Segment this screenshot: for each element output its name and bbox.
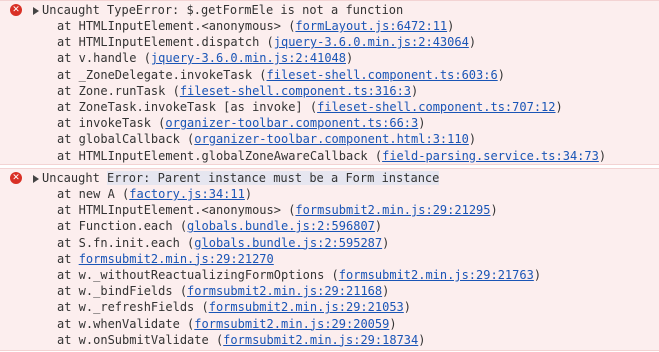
- source-link[interactable]: fileset-shell.component.ts:603:6: [267, 68, 498, 82]
- frame-suffix: ): [418, 332, 426, 347]
- frame-suffix: ): [346, 51, 354, 66]
- frame-function: at w._refreshFields (: [57, 300, 209, 315]
- frame-suffix: ): [382, 235, 390, 250]
- frame-function: at w._bindFields (: [57, 284, 188, 299]
- frame-function: at HTMLInputElement.<anonymous> (: [57, 203, 296, 218]
- frame-function: at: [57, 251, 79, 266]
- stack-frame: at Zone.runTask (fileset-shell.component…: [57, 83, 659, 99]
- frame-function: at _ZoneDelegate.invokeTask (: [57, 67, 267, 82]
- frame-suffix: ): [490, 203, 498, 218]
- frame-suffix: ): [382, 284, 390, 299]
- error-icon: ✕: [10, 172, 22, 184]
- frame-function: at Zone.runTask (: [57, 83, 180, 98]
- frame-suffix: ): [468, 132, 477, 147]
- source-link[interactable]: globals.bundle.js:2:595287: [194, 236, 382, 250]
- source-link[interactable]: organizer-toolbar.component.ts:66:3: [165, 116, 418, 130]
- error-highlighted-text: Error: Parent instance must be a Form in…: [107, 171, 440, 185]
- error-prefix: Uncaught TypeError:: [42, 3, 187, 17]
- error-message[interactable]: Uncaught TypeError: $.getFormEle is not …: [42, 2, 659, 18]
- source-link[interactable]: formsubmit2.min.js:29:21168: [187, 284, 382, 298]
- stack-frame: at formsubmit2.min.js:29:21270: [57, 251, 659, 267]
- source-link[interactable]: formsubmit2.min.js:29:21763: [339, 268, 534, 282]
- source-link[interactable]: formsubmit2.min.js:29:21053: [209, 300, 404, 314]
- stack-frame: at w._bindFields (formsubmit2.min.js:29:…: [57, 283, 659, 299]
- stack-frame: at S.fn.init.each (globals.bundle.js:2:5…: [57, 235, 659, 251]
- stack-frame: at w.onSubmitValidate (formsubmit2.min.j…: [57, 332, 659, 348]
- stack-frame: at HTMLInputElement.<anonymous> (formsub…: [57, 202, 659, 218]
- source-link[interactable]: jquery-3.6.0.min.js:2:43064: [274, 35, 469, 49]
- frame-suffix: ): [555, 100, 563, 114]
- source-link[interactable]: formsubmit2.min.js:29:18734: [223, 333, 418, 347]
- frame-function: at HTMLInputElement.<anonymous> (: [57, 19, 296, 33]
- frame-suffix: ): [374, 219, 383, 234]
- frame-function: at w._withoutReactualizingFormOptions (: [57, 268, 339, 282]
- frame-suffix: ): [389, 316, 397, 331]
- source-link[interactable]: formLayout.js:6472:11: [295, 19, 447, 33]
- console-error-entry-1: ✕ Uncaught TypeError: $.getFormEle is not…: [0, 0, 659, 165]
- source-link[interactable]: jquery-3.6.0.min.js:2:41048: [151, 51, 346, 65]
- stack-frame: at w.whenValidate (formsubmit2.min.js:29…: [57, 316, 659, 332]
- source-link[interactable]: organizer-toolbar.component.html:3:110: [194, 132, 469, 146]
- error-text: $.getFormEle is not a function: [186, 3, 404, 17]
- expand-triangle-icon[interactable]: [33, 7, 39, 15]
- source-link[interactable]: globals.bundle.js:2:596807: [187, 219, 375, 233]
- frame-suffix: ): [533, 268, 542, 282]
- frame-function: at v.handle (: [57, 51, 151, 66]
- console-error-entry-2: ✕ Uncaught Error: Parent instance must be…: [0, 168, 659, 351]
- stack-frame: at w._refreshFields (formsubmit2.min.js:…: [57, 299, 659, 315]
- source-link[interactable]: field-parsing.service.ts:34:73: [382, 149, 599, 163]
- stack-frame: at Function.each (globals.bundle.js:2:59…: [57, 218, 659, 234]
- stack-frame: at ZoneTask.invokeTask [as invoke] (file…: [57, 99, 659, 115]
- frame-suffix: ): [468, 35, 477, 50]
- stack-frame: at HTMLInputElement.dispatch (jquery-3.6…: [57, 34, 659, 50]
- stack-frame: at new A (factory.js:34:11): [57, 186, 659, 202]
- frame-suffix: ): [244, 187, 253, 201]
- expand-triangle-icon[interactable]: [33, 175, 39, 183]
- stack-frame: at v.handle (jquery-3.6.0.min.js:2:41048…: [57, 50, 659, 66]
- frame-function: at Function.each (: [57, 219, 188, 234]
- frame-function: at new A (: [57, 187, 130, 201]
- source-link[interactable]: factory.js:34:11: [129, 187, 245, 201]
- frame-function: at invokeTask (: [57, 116, 166, 131]
- stack-frame: at HTMLInputElement.globalZoneAwareCallb…: [57, 148, 659, 164]
- frame-function: at globalCallback (: [57, 132, 195, 147]
- frame-suffix: ): [411, 83, 419, 98]
- frame-function: at HTMLInputElement.dispatch (: [57, 35, 274, 50]
- source-link[interactable]: formsubmit2.min.js:29:21295: [295, 203, 490, 217]
- stack-frame: at _ZoneDelegate.invokeTask (fileset-she…: [57, 67, 659, 83]
- frame-function: at w.onSubmitValidate (: [57, 332, 224, 347]
- frame-function: at S.fn.init.each (: [57, 235, 195, 250]
- frame-function: at w.whenValidate (: [57, 316, 195, 331]
- frame-suffix: ): [418, 116, 426, 131]
- error-icon: ✕: [10, 4, 22, 16]
- stack-frame: at w._withoutReactualizingFormOptions (f…: [57, 267, 659, 283]
- frame-suffix: ): [447, 19, 455, 33]
- error-prefix: Uncaught: [42, 171, 108, 185]
- stack-frame: at HTMLInputElement.<anonymous> (formLay…: [57, 18, 659, 34]
- stack-frame: at invokeTask (organizer-toolbar.compone…: [57, 115, 659, 131]
- source-link[interactable]: fileset-shell.component.ts:707:12: [317, 100, 555, 114]
- source-link[interactable]: fileset-shell.component.ts:316:3: [180, 84, 411, 98]
- error-message[interactable]: Uncaught Error: Parent instance must be …: [42, 170, 659, 186]
- frame-function: at ZoneTask.invokeTask [as invoke] (: [57, 100, 318, 114]
- source-link[interactable]: formsubmit2.min.js:29:20059: [194, 317, 389, 331]
- frame-suffix: ): [598, 148, 607, 163]
- frame-suffix: ): [497, 67, 505, 82]
- source-link[interactable]: formsubmit2.min.js:29:21270: [79, 252, 274, 266]
- stack-frame: at globalCallback (organizer-toolbar.com…: [57, 131, 659, 147]
- frame-suffix: ): [403, 300, 412, 315]
- frame-function: at HTMLInputElement.globalZoneAwareCallb…: [57, 148, 383, 163]
